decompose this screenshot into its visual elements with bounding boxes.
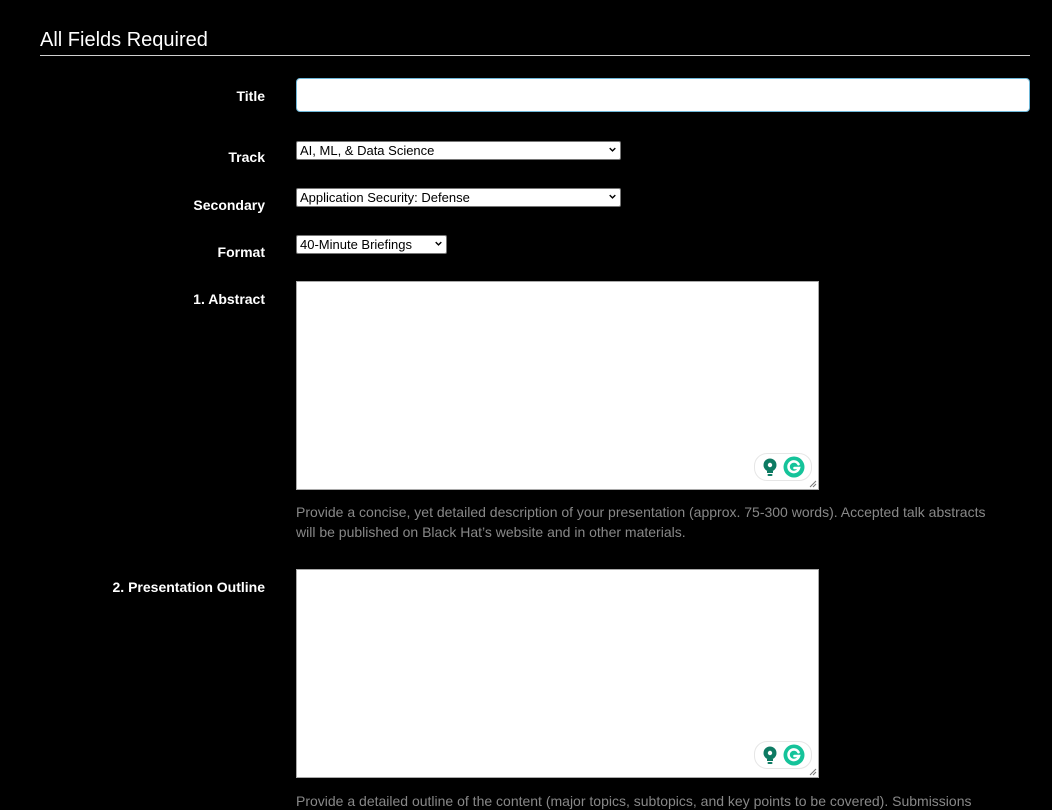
outline-help-text: Provide a detailed outline of the conten… [296,791,1036,810]
submission-form: All Fields Required Title Track AI, ML, … [0,0,1052,810]
section-title: All Fields Required [40,29,208,51]
abstract-textarea[interactable] [296,281,819,490]
format-select-value: 40-Minute Briefings [300,237,412,252]
track-select[interactable]: AI, ML, & Data Science [296,141,621,160]
resize-grip-icon[interactable] [808,767,817,776]
resize-grip-icon[interactable] [808,479,817,488]
grammarly-widget[interactable] [754,453,812,481]
secondary-select[interactable]: Application Security: Defense [296,188,621,207]
grammarly-icon[interactable] [783,744,805,766]
abstract-help-text: Provide a concise, yet detailed descript… [296,502,1036,542]
outline-help-line-1: Provide a detailed outline of the conten… [296,793,972,809]
secondary-select-value: Application Security: Defense [300,190,470,205]
section-header: All Fields Required [40,28,1030,56]
chevron-down-icon [609,147,616,152]
track-label: Track [228,149,265,165]
chevron-down-icon [435,241,442,246]
title-label: Title [236,88,265,104]
lightbulb-icon[interactable] [761,457,779,477]
track-select-value: AI, ML, & Data Science [300,143,435,158]
title-input[interactable] [296,78,1030,112]
abstract-help-line-2: will be published on Black Hat’s website… [296,524,686,540]
lightbulb-icon[interactable] [761,745,779,765]
abstract-help-line-1: Provide a concise, yet detailed descript… [296,504,986,520]
outline-textarea[interactable] [296,569,819,778]
chevron-down-icon [609,194,616,199]
format-select[interactable]: 40-Minute Briefings [296,235,447,254]
outline-label: 2. Presentation Outline [112,579,265,595]
grammarly-icon[interactable] [783,456,805,478]
format-label: Format [217,244,265,260]
grammarly-widget[interactable] [754,741,812,769]
abstract-label: 1. Abstract [193,291,265,307]
secondary-label: Secondary [193,197,265,213]
